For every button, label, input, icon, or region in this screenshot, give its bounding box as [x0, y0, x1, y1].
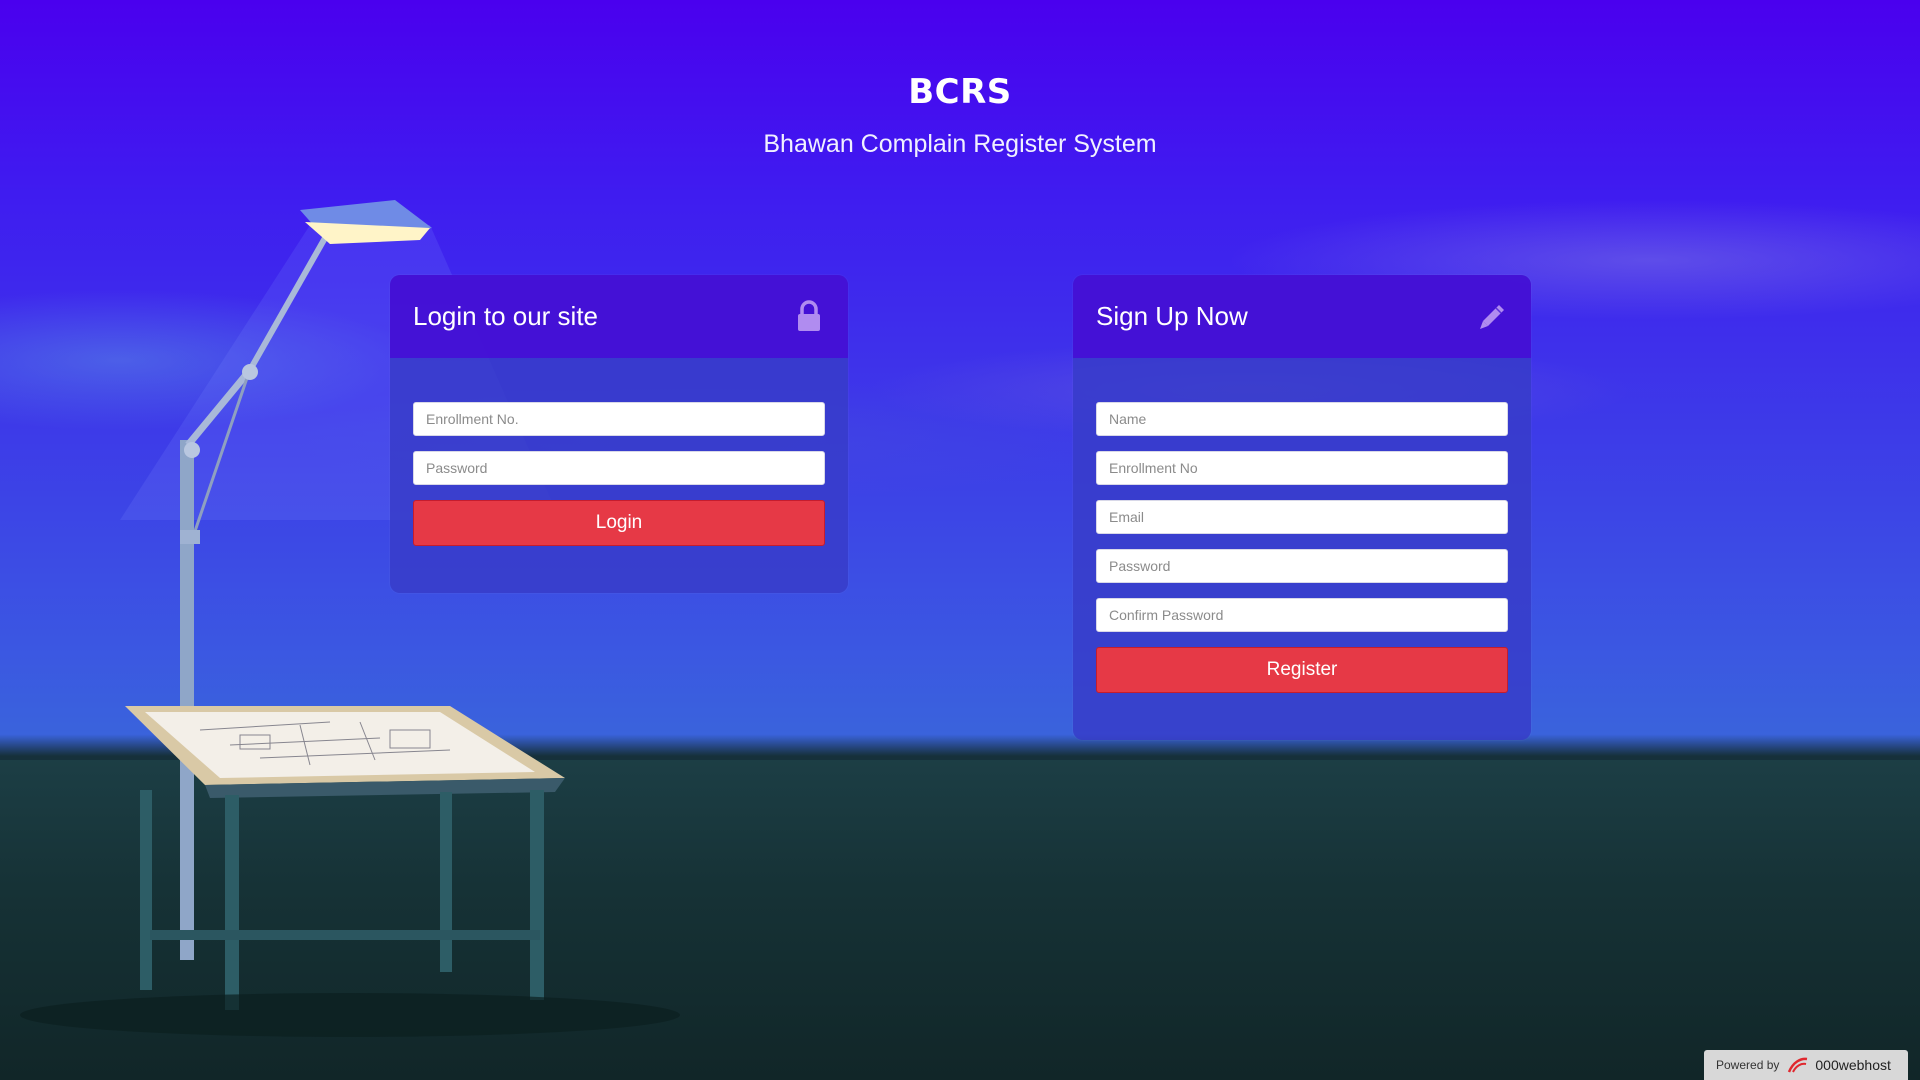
ground-background	[0, 760, 1920, 1080]
login-title: Login to our site	[413, 301, 599, 331]
signup-confirm-password-input[interactable]	[1096, 598, 1508, 632]
site-brand: BCRS	[908, 72, 1012, 112]
signup-enrollment-input[interactable]	[1096, 451, 1508, 485]
login-button[interactable]: Login	[413, 500, 825, 546]
pencil-icon	[1480, 305, 1504, 329]
login-password-input[interactable]	[413, 451, 825, 485]
login-form: Login	[390, 358, 848, 546]
signup-name-input[interactable]	[1096, 402, 1508, 436]
signup-panel: Sign Up Now Register	[1073, 275, 1531, 740]
powered-by-label: Powered by	[1716, 1058, 1780, 1072]
signup-password-input[interactable]	[1096, 549, 1508, 583]
signup-panel-header: Sign Up Now	[1073, 275, 1531, 358]
signup-form: Register	[1073, 358, 1531, 693]
register-button[interactable]: Register	[1096, 647, 1508, 693]
signup-email-input[interactable]	[1096, 500, 1508, 534]
login-panel-header: Login to our site	[390, 275, 848, 358]
powered-by-badge[interactable]: Powered by 000webhost	[1704, 1050, 1908, 1080]
login-panel: Login to our site Login	[390, 275, 848, 593]
site-subtitle: Bhawan Complain Register System	[763, 130, 1157, 158]
webhost-logo-icon	[1788, 1057, 1808, 1073]
lock-icon	[798, 300, 820, 331]
webhost-name: 000webhost	[1815, 1057, 1891, 1073]
signup-title: Sign Up Now	[1096, 301, 1248, 331]
page-header: BCRS Bhawan Complain Register System	[0, 72, 1920, 159]
login-enrollment-input[interactable]	[413, 402, 825, 436]
